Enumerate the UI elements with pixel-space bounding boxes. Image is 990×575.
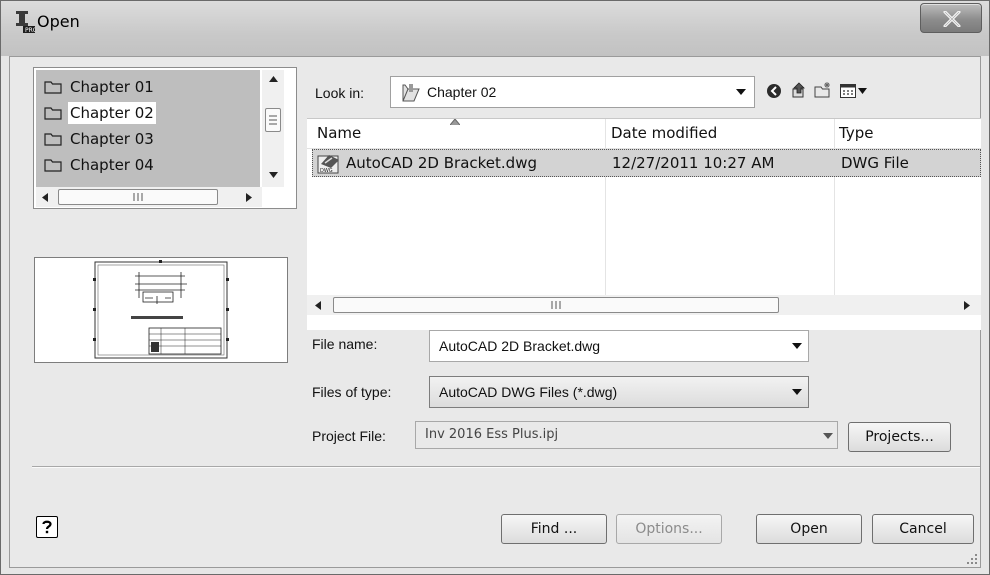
folder-icon: [44, 81, 62, 94]
file-name-label: File name:: [312, 336, 378, 352]
find-button[interactable]: Find ...: [501, 514, 607, 544]
separator: [32, 466, 980, 468]
projects-button[interactable]: Projects...: [848, 422, 951, 452]
scroll-left-icon[interactable]: [42, 193, 48, 202]
chevron-down-icon[interactable]: [792, 343, 802, 349]
files-of-type-value: AutoCAD DWG Files (*.dwg): [439, 384, 618, 400]
scroll-right-icon[interactable]: [246, 193, 252, 202]
new-folder-icon[interactable]: [814, 81, 832, 99]
file-name-input[interactable]: AutoCAD 2D Bracket.dwg: [429, 330, 809, 362]
back-icon[interactable]: [766, 83, 782, 99]
folder-icon: [44, 159, 62, 172]
chevron-down-icon: [736, 89, 746, 95]
files-of-type-dropdown[interactable]: AutoCAD DWG Files (*.dwg): [429, 376, 809, 408]
file-type-cell: DWG File: [841, 154, 909, 172]
options-button: Options...: [616, 514, 722, 544]
project-file-dropdown: Inv 2016 Ess Plus.ipj: [415, 421, 838, 449]
file-row[interactable]: DWG AutoCAD 2D Bracket.dwg 12/27/2011 10…: [312, 149, 981, 177]
tree-vertical-scroll-thumb[interactable]: [265, 108, 281, 132]
folder-tree: Chapter 01 Chapter 02 Chapter 03 Chapter…: [33, 67, 297, 209]
scroll-left-icon[interactable]: [315, 301, 321, 310]
sort-ascending-icon: [450, 119, 460, 125]
help-icon: [42, 520, 52, 534]
open-folder-icon: [402, 84, 420, 102]
file-name-value: AutoCAD 2D Bracket.dwg: [439, 338, 601, 354]
file-name-cell: AutoCAD 2D Bracket.dwg: [346, 154, 537, 172]
chevron-down-icon[interactable]: [792, 389, 802, 395]
inventor-app-icon: PRO: [16, 11, 35, 33]
tree-item-label: Chapter 01: [70, 78, 154, 96]
file-list-horizontal-scrollbar[interactable]: [307, 295, 981, 315]
svg-text:PRO: PRO: [25, 27, 35, 33]
folder-icon: [44, 133, 62, 146]
column-divider: [605, 119, 606, 299]
tree-item-label: Chapter 04: [70, 156, 154, 174]
open-button[interactable]: Open: [756, 514, 862, 544]
chevron-down-icon: [823, 433, 833, 439]
drawing-preview: [34, 257, 288, 363]
tree-vertical-scrollbar[interactable]: [262, 70, 284, 187]
grip-icon: [133, 193, 143, 201]
tree-item-label: Chapter 03: [70, 130, 154, 148]
drawing-thumbnail-image: [93, 260, 229, 359]
file-list: Name Date modified Type DWG AutoCAD 2D B…: [307, 118, 981, 330]
dwg-file-icon: DWG: [317, 155, 339, 174]
folder-tree-list: Chapter 01 Chapter 02 Chapter 03 Chapter…: [36, 70, 260, 187]
look-in-label: Look in:: [315, 85, 365, 101]
file-list-header: Name Date modified Type: [307, 119, 981, 149]
files-of-type-label: Files of type:: [312, 384, 392, 400]
dialog-client-area: Chapter 01 Chapter 02 Chapter 03 Chapter…: [9, 56, 981, 568]
close-button[interactable]: [920, 3, 982, 33]
open-dialog: PRO Open Chapter 01 Chapter 02: [0, 0, 990, 575]
resize-grip-icon[interactable]: [966, 553, 978, 565]
tree-horizontal-scrollbar[interactable]: [36, 187, 262, 207]
grip-icon: [269, 115, 277, 125]
folder-icon: [44, 107, 62, 120]
scroll-up-icon[interactable]: [269, 76, 278, 82]
svg-text:DWG: DWG: [320, 168, 333, 174]
views-menu-icon[interactable]: [840, 84, 868, 98]
scroll-down-icon[interactable]: [269, 172, 278, 178]
window-title: Open: [37, 12, 80, 31]
column-divider: [834, 119, 835, 299]
column-header-name[interactable]: Name: [317, 124, 361, 142]
file-date-cell: 12/27/2011 10:27 AM: [612, 154, 775, 172]
column-header-type[interactable]: Type: [839, 124, 873, 142]
up-folder-icon[interactable]: [790, 81, 808, 99]
project-file-label: Project File:: [312, 428, 386, 444]
column-header-date-modified[interactable]: Date modified: [611, 124, 717, 142]
title-bar[interactable]: PRO Open: [1, 1, 989, 56]
look-in-dropdown[interactable]: Chapter 02: [390, 76, 755, 108]
look-in-value: Chapter 02: [427, 84, 497, 100]
close-icon: [943, 11, 961, 27]
cancel-button[interactable]: Cancel: [872, 514, 974, 544]
help-button[interactable]: [36, 516, 58, 538]
file-list-horizontal-scroll-thumb[interactable]: [333, 297, 779, 313]
tree-item-label: Chapter 02: [68, 102, 156, 124]
project-file-value: Inv 2016 Ess Plus.ipj: [425, 427, 559, 442]
scroll-right-icon[interactable]: [964, 301, 970, 310]
tree-horizontal-scroll-thumb[interactable]: [58, 189, 218, 205]
grip-icon: [551, 301, 561, 309]
